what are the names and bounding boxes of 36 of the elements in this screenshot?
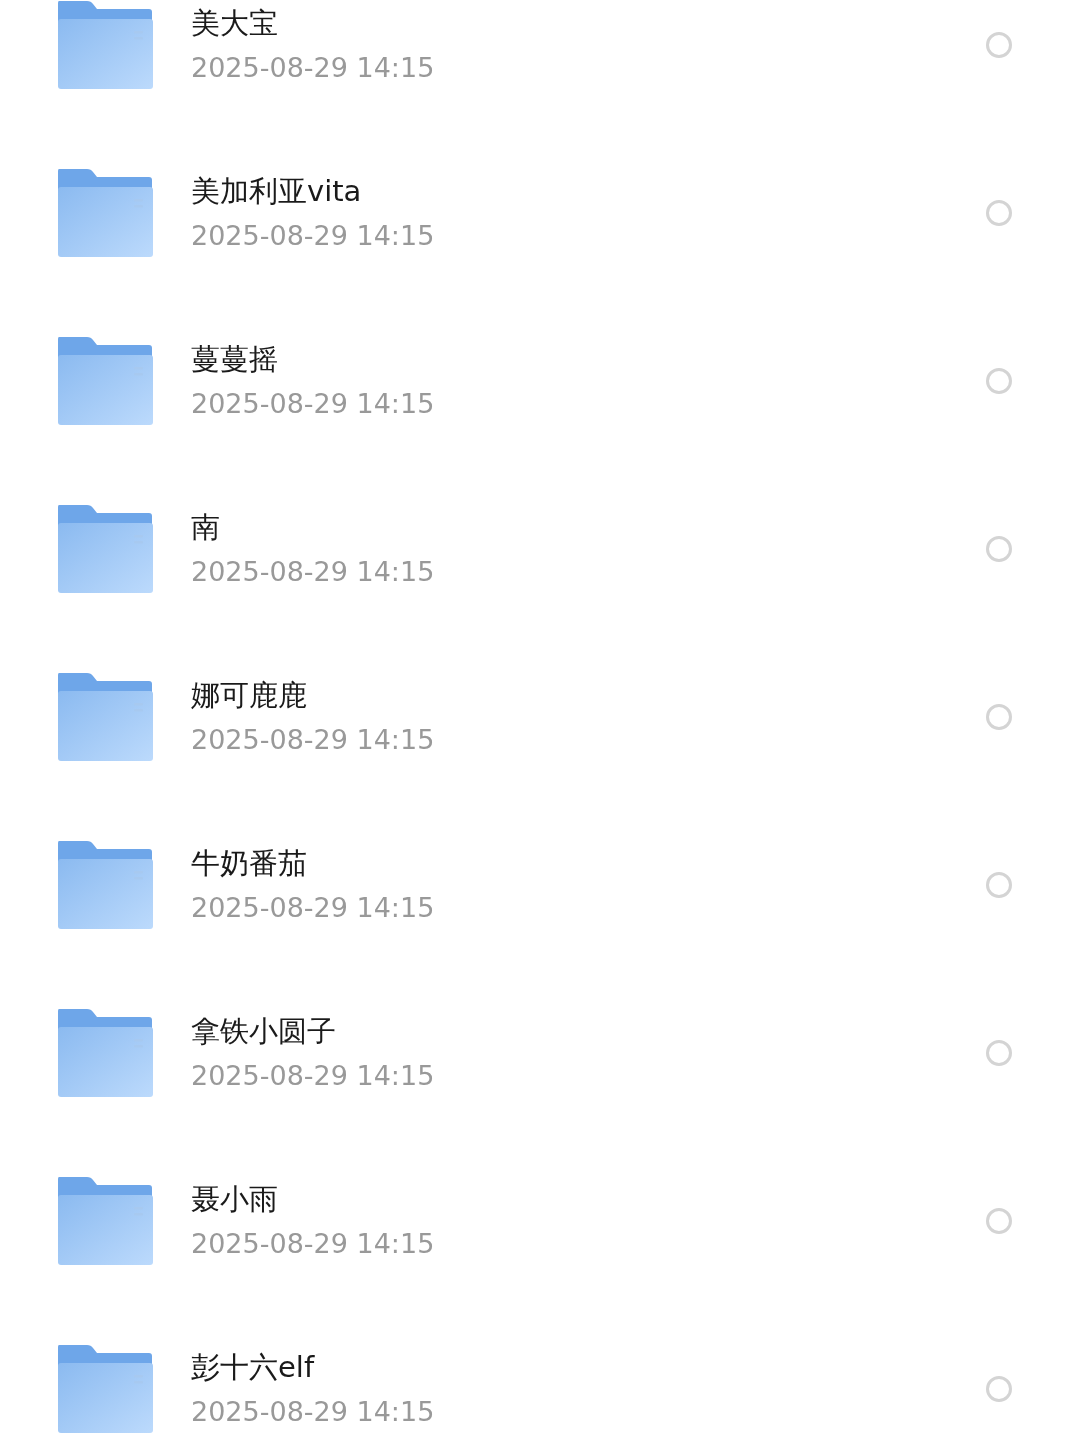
folder-icon	[57, 1345, 153, 1433]
folder-name: 彭十六elf	[191, 1349, 315, 1385]
folder-icon	[57, 841, 153, 929]
select-radio[interactable]	[986, 704, 1012, 730]
folder-icon	[57, 673, 153, 761]
modified-date: 2025-08-29 14:15	[191, 891, 435, 925]
folder-icon	[57, 1177, 153, 1265]
select-radio[interactable]	[986, 1376, 1012, 1402]
folder-name: 美大宝	[191, 5, 278, 41]
modified-date: 2025-08-29 14:15	[191, 555, 435, 589]
modified-date: 2025-08-29 14:15	[191, 387, 435, 421]
select-radio[interactable]	[986, 1208, 1012, 1234]
modified-date: 2025-08-29 14:15	[191, 723, 435, 757]
modified-date: 2025-08-29 14:15	[191, 1227, 435, 1261]
select-radio[interactable]	[986, 536, 1012, 562]
folder-name: 聂小雨	[191, 1181, 278, 1217]
folder-name: 美加利亚vita	[191, 173, 362, 209]
select-radio[interactable]	[986, 1040, 1012, 1066]
modified-date: 2025-08-29 14:15	[191, 219, 435, 253]
folder-icon	[57, 1, 153, 89]
select-radio[interactable]	[986, 200, 1012, 226]
folder-icon	[57, 505, 153, 593]
folder-icon	[57, 1009, 153, 1097]
folder-name: 蔓蔓摇	[191, 341, 278, 377]
select-radio[interactable]	[986, 32, 1012, 58]
folder-name: 娜可鹿鹿	[191, 677, 307, 713]
modified-date: 2025-08-29 14:15	[191, 51, 435, 85]
select-radio[interactable]	[986, 872, 1012, 898]
folder-name: 拿铁小圆子	[191, 1013, 336, 1049]
folder-name: 牛奶番茄	[191, 845, 307, 881]
folder-icon	[57, 337, 153, 425]
select-radio[interactable]	[986, 368, 1012, 394]
modified-date: 2025-08-29 14:15	[191, 1395, 435, 1429]
folder-name: 南	[191, 509, 220, 545]
folder-icon	[57, 169, 153, 257]
modified-date: 2025-08-29 14:15	[191, 1059, 435, 1093]
